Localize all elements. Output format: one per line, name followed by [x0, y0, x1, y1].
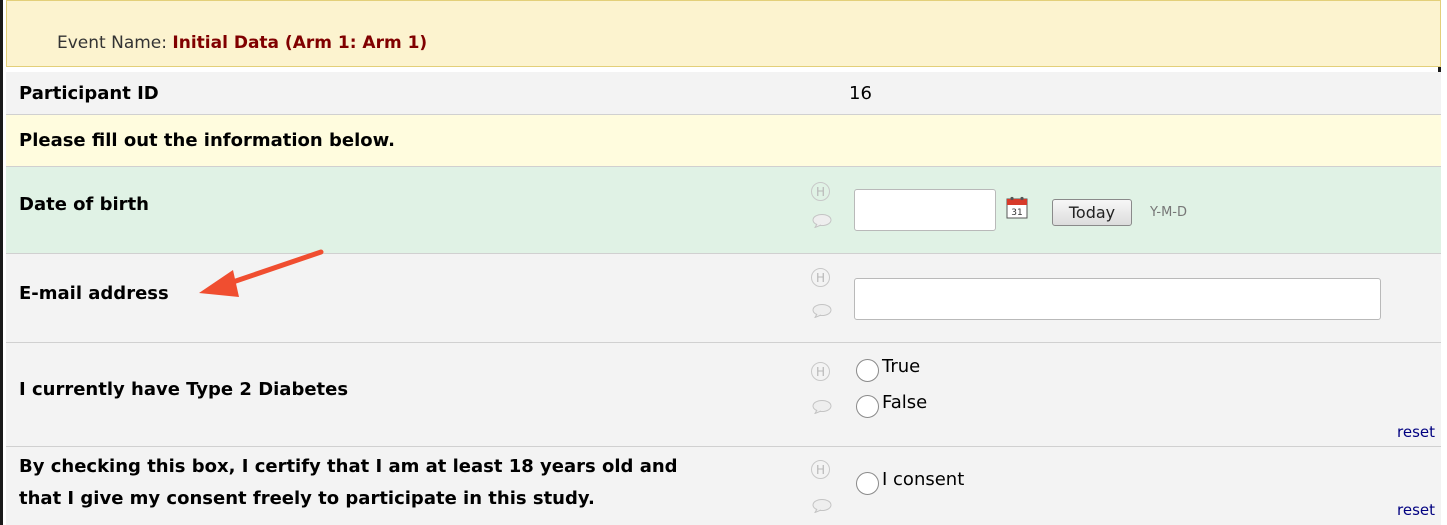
field-history-icon[interactable]: H — [811, 182, 830, 201]
email-label: E-mail address — [19, 283, 169, 304]
diabetes-row: I currently have Type 2 Diabetes H True … — [6, 343, 1441, 447]
diabetes-label: I currently have Type 2 Diabetes — [19, 379, 349, 400]
today-button[interactable]: Today — [1052, 199, 1132, 226]
annotation-arrow-icon — [199, 249, 324, 297]
instructions-row: Please fill out the information below. — [6, 115, 1441, 167]
email-input[interactable] — [854, 278, 1381, 320]
radio-false[interactable] — [856, 395, 879, 418]
field-history-icon[interactable]: H — [811, 268, 830, 287]
instructions-text: Please fill out the information below. — [19, 130, 395, 151]
event-name-value: Initial Data (Arm 1: Arm 1) — [172, 33, 428, 53]
dob-input[interactable] — [854, 189, 996, 231]
consent-radio[interactable] — [856, 472, 879, 495]
radio-true[interactable] — [856, 359, 879, 382]
consent-option-label[interactable]: I consent — [882, 469, 964, 490]
field-comment-icon[interactable] — [812, 214, 832, 228]
field-history-icon[interactable]: H — [811, 460, 830, 479]
participant-id-value: 16 — [849, 83, 872, 104]
field-comment-icon[interactable] — [812, 304, 832, 318]
participant-id-row: Participant ID 16 — [6, 72, 1441, 115]
form-container: Event Name: Initial Data (Arm 1: Arm 1) … — [0, 0, 1441, 525]
consent-label-line1: By checking this box, I certify that I a… — [19, 456, 678, 477]
field-comment-icon[interactable] — [812, 400, 832, 414]
dob-label: Date of birth — [19, 194, 149, 215]
svg-text:31: 31 — [1011, 208, 1022, 218]
consent-row: By checking this box, I certify that I a… — [6, 447, 1441, 525]
participant-id-label: Participant ID — [19, 83, 159, 104]
event-name-text: Event Name: Initial Data (Arm 1: Arm 1) — [57, 33, 427, 53]
radio-false-label[interactable]: False — [882, 392, 927, 413]
consent-reset-link[interactable]: reset — [1397, 501, 1435, 519]
diabetes-reset-link[interactable]: reset — [1397, 423, 1435, 441]
radio-true-label[interactable]: True — [882, 356, 920, 377]
event-name-bar: Event Name: Initial Data (Arm 1: Arm 1) — [6, 0, 1441, 67]
field-comment-icon[interactable] — [812, 499, 832, 513]
date-format-hint: Y-M-D — [1150, 205, 1188, 220]
field-history-icon[interactable]: H — [811, 362, 830, 381]
event-name-prefix: Event Name: — [57, 33, 167, 53]
calendar-icon[interactable]: 31 — [1006, 195, 1028, 219]
consent-label-line2: that I give my consent freely to partici… — [19, 488, 595, 509]
